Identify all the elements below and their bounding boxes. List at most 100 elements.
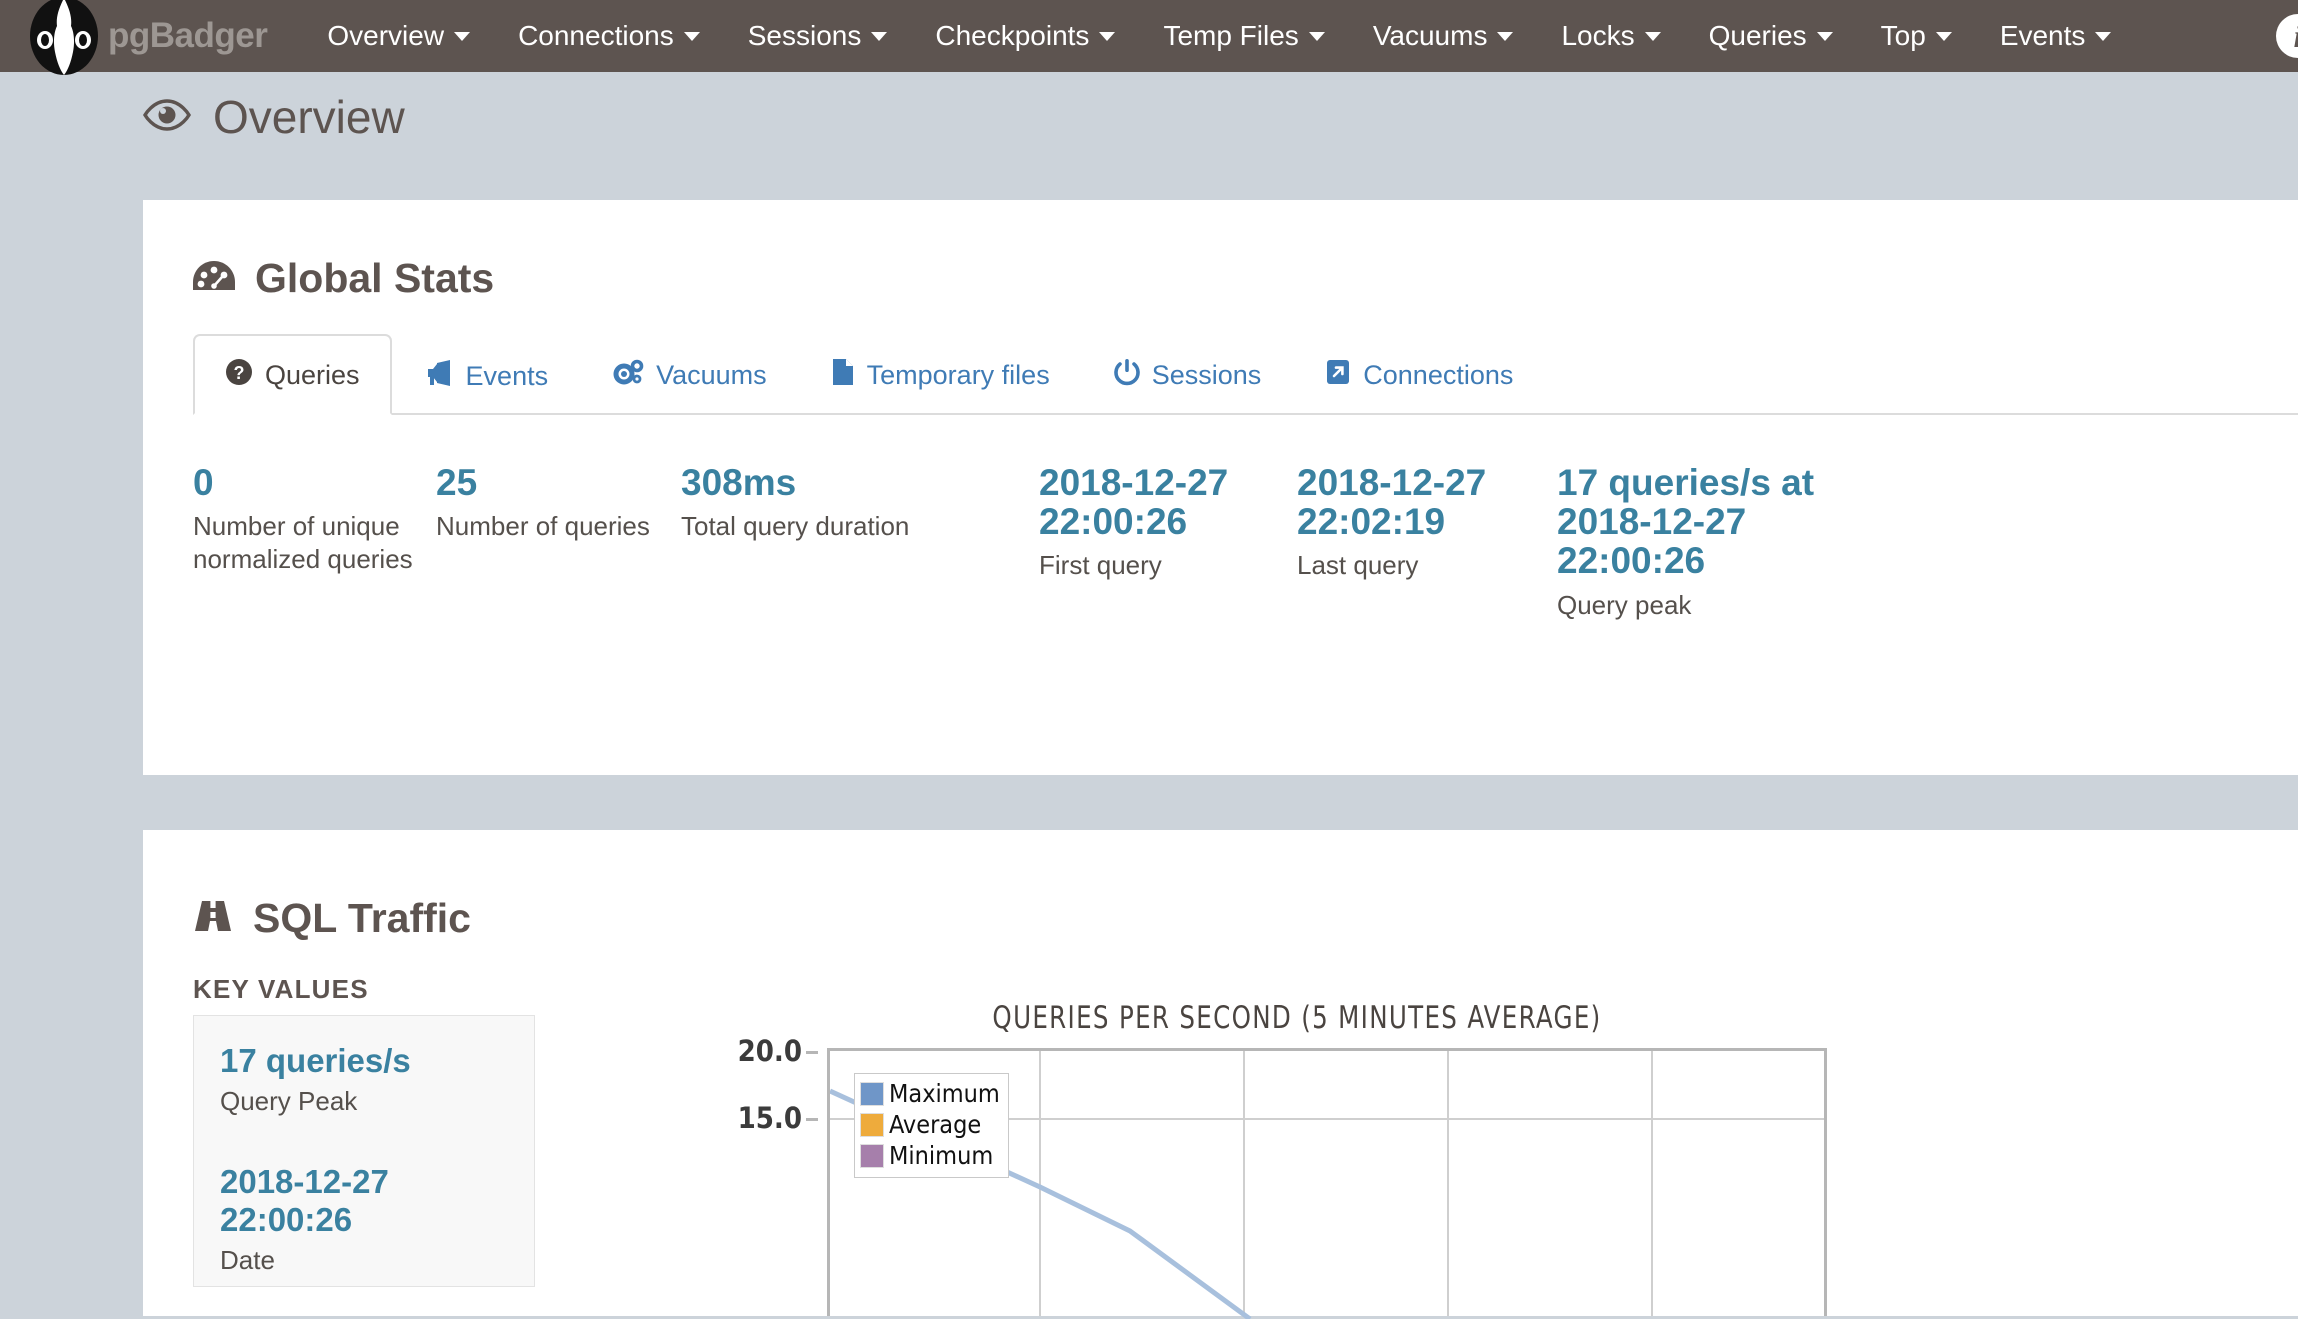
- key-values-panel: 17 queries/s Query Peak 2018-12-27 22:00…: [193, 1015, 535, 1287]
- tab-vacuums[interactable]: Vacuums: [580, 334, 799, 415]
- legend-item-maximum: Maximum: [860, 1079, 1000, 1108]
- tachometer-icon: [193, 259, 235, 298]
- nav-item-sessions[interactable]: Sessions: [724, 20, 912, 52]
- stat-unique-normalized-queries: 0 Number of unique normalized queries: [193, 463, 436, 621]
- key-value-date: 2018-12-27 22:00:26 Date: [220, 1163, 508, 1276]
- chevron-down-icon: [1936, 32, 1952, 41]
- chevron-down-icon: [871, 32, 887, 41]
- navbar: pgBadger Overview Connections Sessions C…: [0, 0, 2298, 72]
- question-circle-icon: ?: [225, 358, 253, 393]
- gears-icon: [612, 358, 644, 393]
- chart-plot-area: 20.0 15.0 Maximum Average Minimum: [827, 1048, 1827, 1316]
- stat-value: 0: [193, 463, 416, 502]
- external-link-icon: [1325, 358, 1351, 393]
- nav-item-label: Top: [1881, 20, 1926, 52]
- queries-per-second-chart: Queries per second (5 minutes average) 2…: [627, 1000, 1927, 1316]
- key-value-label: Date: [220, 1245, 508, 1276]
- tab-label: Queries: [265, 360, 360, 391]
- stat-label: Number of queries: [436, 510, 661, 543]
- stat-label: First query: [1039, 549, 1277, 582]
- tab-temporary-files[interactable]: Temporary files: [799, 334, 1082, 415]
- nav-item-events[interactable]: Events: [1976, 20, 2136, 52]
- legend-swatch-maximum: [860, 1082, 884, 1106]
- nav-item-label: Checkpoints: [935, 20, 1089, 52]
- tab-label: Vacuums: [656, 360, 767, 391]
- stat-label: Number of unique normalized queries: [193, 510, 416, 575]
- stat-value: 308ms: [681, 463, 1019, 502]
- page-title-text: Overview: [213, 90, 405, 144]
- sql-traffic-header: SQL Traffic: [193, 895, 2298, 942]
- stat-value: 2018-12-27 22:02:19: [1297, 463, 1497, 541]
- key-values-spacer: [220, 1117, 508, 1163]
- chevron-down-icon: [1309, 32, 1325, 41]
- stat-value: 25: [436, 463, 661, 502]
- chevron-down-icon: [1817, 32, 1833, 41]
- tab-label: Events: [466, 361, 549, 392]
- legend-label: Maximum: [889, 1079, 1000, 1108]
- nav-item-overview[interactable]: Overview: [303, 20, 494, 52]
- tab-label: Sessions: [1152, 360, 1262, 391]
- nav-item-temp-files[interactable]: Temp Files: [1139, 20, 1348, 52]
- stat-value: 2018-12-27 22:00:26: [1039, 463, 1239, 541]
- nav-item-label: Events: [2000, 20, 2086, 52]
- chart-legend: Maximum Average Minimum: [854, 1073, 1009, 1178]
- chevron-down-icon: [1497, 32, 1513, 41]
- chevron-down-icon: [1645, 32, 1661, 41]
- stat-last-query: 2018-12-27 22:02:19 Last query: [1297, 463, 1557, 621]
- sql-traffic-title: SQL Traffic: [253, 895, 471, 942]
- key-value-value: 2018-12-27 22:00:26: [220, 1163, 508, 1239]
- key-value-query-peak: 17 queries/s Query Peak: [220, 1042, 508, 1117]
- badger-logo[interactable]: [26, 0, 102, 72]
- y-axis-tick-label: 20.0: [738, 1034, 818, 1068]
- stat-number-of-queries: 25 Number of queries: [436, 463, 681, 621]
- global-stats-card: Global Stats ? Queries: [143, 200, 2298, 775]
- global-stats-tabs: ? Queries Events: [193, 332, 2298, 415]
- file-icon: [831, 358, 855, 393]
- nav-item-connections[interactable]: Connections: [494, 20, 724, 52]
- legend-item-average: Average: [860, 1110, 1000, 1139]
- tab-sessions[interactable]: Sessions: [1082, 334, 1294, 415]
- info-circle-icon[interactable]: i: [2276, 14, 2298, 58]
- tab-connections[interactable]: Connections: [1293, 334, 1545, 415]
- nav-item-label: Locks: [1561, 20, 1634, 52]
- brand-name[interactable]: pgBadger: [108, 16, 267, 56]
- legend-label: Minimum: [889, 1141, 993, 1170]
- legend-swatch-minimum: [860, 1144, 884, 1168]
- legend-label: Average: [889, 1110, 981, 1139]
- power-icon: [1114, 358, 1140, 393]
- legend-item-minimum: Minimum: [860, 1141, 1000, 1170]
- chevron-down-icon: [2095, 32, 2111, 41]
- nav-item-label: Queries: [1709, 20, 1807, 52]
- svg-text:?: ?: [234, 363, 245, 383]
- nav-item-queries[interactable]: Queries: [1685, 20, 1857, 52]
- global-stats-header: Global Stats: [193, 255, 2298, 302]
- global-stats-values: 0 Number of unique normalized queries 25…: [193, 463, 2298, 621]
- chart-title: Queries per second (5 minutes average): [831, 1000, 1764, 1036]
- nav-item-top[interactable]: Top: [1857, 20, 1976, 52]
- legend-swatch-average: [860, 1113, 884, 1137]
- bullhorn-icon: [424, 360, 454, 393]
- nav-item-label: Sessions: [748, 20, 862, 52]
- nav-item-vacuums[interactable]: Vacuums: [1349, 20, 1538, 52]
- stat-label: Last query: [1297, 549, 1537, 582]
- stat-label: Total query duration: [681, 510, 1019, 543]
- nav-item-label: Overview: [327, 20, 444, 52]
- chevron-down-icon: [1099, 32, 1115, 41]
- road-icon: [193, 899, 233, 938]
- nav-item-label: Vacuums: [1373, 20, 1488, 52]
- global-stats-title: Global Stats: [255, 255, 494, 302]
- tab-events[interactable]: Events: [392, 336, 581, 415]
- tab-queries[interactable]: ? Queries: [193, 334, 392, 415]
- nav-item-label: Temp Files: [1163, 20, 1298, 52]
- key-value-value: 17 queries/s: [220, 1042, 508, 1080]
- stat-total-query-duration: 308ms Total query duration: [681, 463, 1039, 621]
- key-value-label: Query Peak: [220, 1086, 508, 1117]
- stat-label: Query peak: [1557, 589, 1837, 622]
- nav-item-locks[interactable]: Locks: [1537, 20, 1684, 52]
- stat-value: 17 queries/s at 2018-12-27 22:00:26: [1557, 463, 1825, 581]
- nav-item-checkpoints[interactable]: Checkpoints: [911, 20, 1139, 52]
- tab-label: Temporary files: [867, 360, 1050, 391]
- stat-query-peak: 17 queries/s at 2018-12-27 22:00:26 Quer…: [1557, 463, 1857, 621]
- nav-item-label: Connections: [518, 20, 674, 52]
- chevron-down-icon: [684, 32, 700, 41]
